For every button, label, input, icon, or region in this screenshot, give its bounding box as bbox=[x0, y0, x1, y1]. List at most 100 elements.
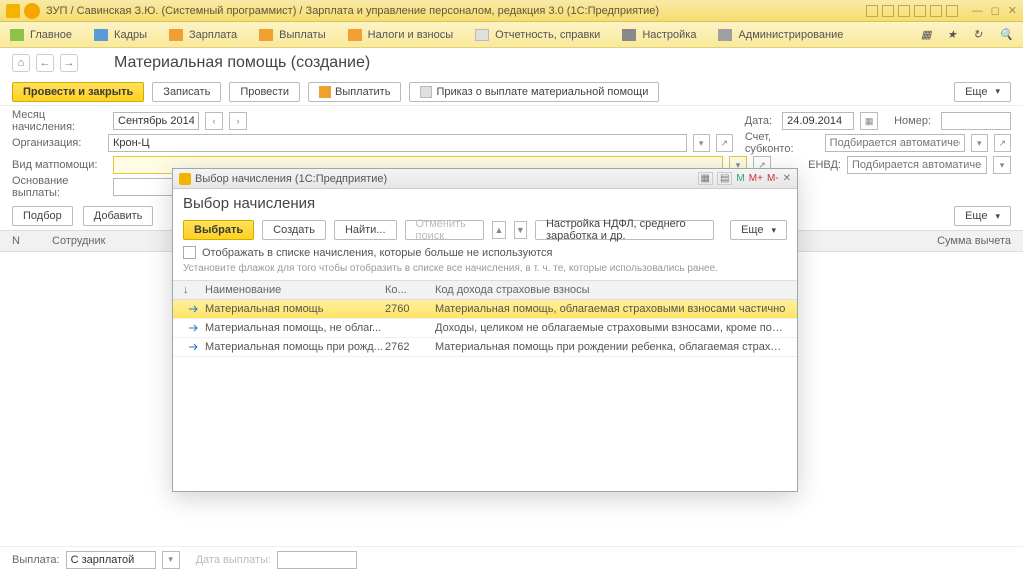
payout-date-label: Дата выплаты: bbox=[196, 554, 271, 566]
window-controls[interactable]: — ◻ ✕ bbox=[972, 4, 1017, 17]
dialog-tool-1[interactable]: ▦ bbox=[698, 172, 713, 185]
app-titlebar: ЗУП / Савинская З.Ю. (Системный программ… bbox=[0, 0, 1023, 22]
date-picker-button[interactable]: ▦ bbox=[860, 112, 878, 130]
account-input[interactable] bbox=[825, 134, 965, 152]
dialog-m-plus[interactable]: M+ bbox=[749, 173, 763, 184]
date-input[interactable] bbox=[782, 112, 854, 130]
payout-mode-dropdown[interactable]: ▾ bbox=[162, 551, 180, 569]
select-employees-button[interactable]: Подбор bbox=[12, 206, 73, 226]
nav-hr[interactable]: Кадры bbox=[94, 29, 147, 41]
home-button[interactable]: ⌂ bbox=[12, 54, 30, 72]
post-and-close-button[interactable]: Провести и закрыть bbox=[12, 82, 144, 102]
history-icon: ↻ bbox=[973, 28, 987, 42]
nav-settings[interactable]: Настройка bbox=[622, 29, 696, 41]
col-deduction-sum: Сумма вычета bbox=[891, 235, 1011, 247]
nav-admin[interactable]: Администрирование bbox=[718, 29, 843, 41]
nav-right-tools[interactable]: ▦ ★ ↻ 🔍 bbox=[921, 28, 1013, 42]
table-row[interactable]: Материальная помощь при рожд... 2762 Мат… bbox=[173, 338, 797, 357]
col-sort-icon[interactable]: ↓ bbox=[183, 284, 205, 296]
checkbox-icon[interactable] bbox=[183, 246, 196, 259]
close-icon: ✕ bbox=[1008, 4, 1017, 17]
col-n: N bbox=[12, 235, 52, 247]
dialog-ndfl-button[interactable]: Настройка НДФЛ, среднего заработка и др. bbox=[535, 220, 714, 240]
account-dropdown-button[interactable]: ▾ bbox=[971, 134, 988, 152]
dialog-titlebar[interactable]: Выбор начисления (1С:Предприятие) ▦ ▤ M … bbox=[173, 169, 797, 189]
number-label: Номер: bbox=[894, 115, 931, 127]
dialog-find-button[interactable]: Найти... bbox=[334, 220, 397, 240]
dialog-m-minus[interactable]: M- bbox=[767, 173, 779, 184]
col-code[interactable]: Ко... bbox=[385, 284, 435, 296]
app-icon bbox=[6, 4, 20, 18]
titlebar-text: ЗУП / Савинская З.Ю. (Системный программ… bbox=[46, 5, 659, 17]
nav-reports[interactable]: Отчетность, справки bbox=[475, 29, 600, 41]
dialog-window-title: Выбор начисления (1С:Предприятие) bbox=[195, 173, 387, 185]
dialog-hint: Установите флажок для того чтобы отобраз… bbox=[173, 263, 797, 280]
footer-bar: Выплата: ▾ Дата выплаты: bbox=[0, 546, 1023, 572]
print-order-button[interactable]: Приказ о выплате материальной помощи bbox=[409, 82, 659, 102]
dialog-tool-2[interactable]: ▤ bbox=[717, 172, 732, 185]
account-open-button[interactable]: ↗ bbox=[994, 134, 1011, 152]
row-icon bbox=[188, 305, 200, 313]
dialog-select-button[interactable]: Выбрать bbox=[183, 220, 254, 240]
print-icon bbox=[420, 86, 432, 98]
more-button[interactable]: Еще bbox=[954, 82, 1011, 102]
org-open-button[interactable]: ↗ bbox=[716, 134, 733, 152]
dialog-up-button[interactable]: ▲ bbox=[492, 221, 505, 239]
org-input[interactable] bbox=[108, 134, 687, 152]
home-icon bbox=[10, 29, 24, 41]
gear-icon bbox=[718, 29, 732, 41]
wrench-icon bbox=[622, 29, 636, 41]
org-dropdown-button[interactable]: ▾ bbox=[693, 134, 710, 152]
forward-button[interactable]: → bbox=[60, 54, 78, 72]
people-icon bbox=[94, 29, 108, 41]
dialog-close-icon[interactable]: ✕ bbox=[783, 173, 791, 184]
dialog-m[interactable]: M bbox=[736, 173, 744, 184]
pay-icon bbox=[319, 86, 331, 98]
table-row[interactable]: Материальная помощь, не облаг... Доходы,… bbox=[173, 319, 797, 338]
pay-button[interactable]: Выплатить bbox=[308, 82, 401, 102]
minimize-icon: — bbox=[972, 5, 983, 17]
write-button[interactable]: Записать bbox=[152, 82, 221, 102]
month-input[interactable] bbox=[113, 112, 199, 130]
col-desc[interactable]: Код дохода страховые взносы bbox=[435, 284, 787, 296]
dialog-toolbar: Выбрать Создать Найти... Отменить поиск … bbox=[173, 218, 797, 246]
dialog-show-unused-row[interactable]: Отображать в списке начисления, которые … bbox=[173, 246, 797, 263]
envd-dropdown-button[interactable]: ▾ bbox=[993, 156, 1011, 174]
row-icon bbox=[188, 324, 200, 332]
back-round-icon[interactable] bbox=[24, 3, 40, 19]
maximize-icon: ◻ bbox=[991, 4, 1000, 17]
envd-label: ЕНВД: bbox=[808, 159, 841, 171]
main-nav: Главное Кадры Зарплата Выплаты Налоги и … bbox=[0, 22, 1023, 48]
selection-dialog: Выбор начисления (1С:Предприятие) ▦ ▤ M … bbox=[172, 168, 798, 492]
month-label: Месяц начисления: bbox=[12, 109, 107, 133]
org-label: Организация: bbox=[12, 137, 102, 149]
month-next-button[interactable]: › bbox=[229, 112, 247, 130]
table-row[interactable]: Материальная помощь 2760 Материальная по… bbox=[173, 300, 797, 319]
add-row-button[interactable]: Добавить bbox=[83, 206, 154, 226]
account-label: Счет, субконто: bbox=[745, 131, 819, 155]
post-button[interactable]: Провести bbox=[229, 82, 300, 102]
month-prev-button[interactable]: ‹ bbox=[205, 112, 223, 130]
payout-label: Выплата: bbox=[12, 554, 60, 566]
number-input[interactable] bbox=[941, 112, 1011, 130]
date-label: Дата: bbox=[745, 115, 772, 127]
dialog-more-button[interactable]: Еще bbox=[730, 220, 787, 240]
dialog-down-button[interactable]: ▼ bbox=[514, 221, 527, 239]
wallet-icon bbox=[259, 29, 273, 41]
nav-main[interactable]: Главное bbox=[10, 29, 72, 41]
dialog-table-header: ↓ Наименование Ко... Код дохода страховы… bbox=[173, 280, 797, 300]
grid-more-button[interactable]: Еще bbox=[954, 206, 1011, 226]
payout-mode-input[interactable] bbox=[66, 551, 156, 569]
dialog-app-icon bbox=[179, 173, 191, 185]
dialog-heading: Выбор начисления bbox=[173, 189, 797, 218]
envd-input[interactable] bbox=[847, 156, 987, 174]
dialog-create-button[interactable]: Создать bbox=[262, 220, 326, 240]
report-icon bbox=[475, 29, 489, 41]
nav-payments[interactable]: Выплаты bbox=[259, 29, 325, 41]
col-name[interactable]: Наименование bbox=[205, 284, 385, 296]
nav-taxes[interactable]: Налоги и взносы bbox=[348, 29, 454, 41]
back-button[interactable]: ← bbox=[36, 54, 54, 72]
titlebar-tool-icons[interactable] bbox=[866, 5, 958, 17]
dialog-checkbox-label: Отображать в списке начисления, которые … bbox=[202, 247, 553, 259]
nav-salary[interactable]: Зарплата bbox=[169, 29, 237, 41]
